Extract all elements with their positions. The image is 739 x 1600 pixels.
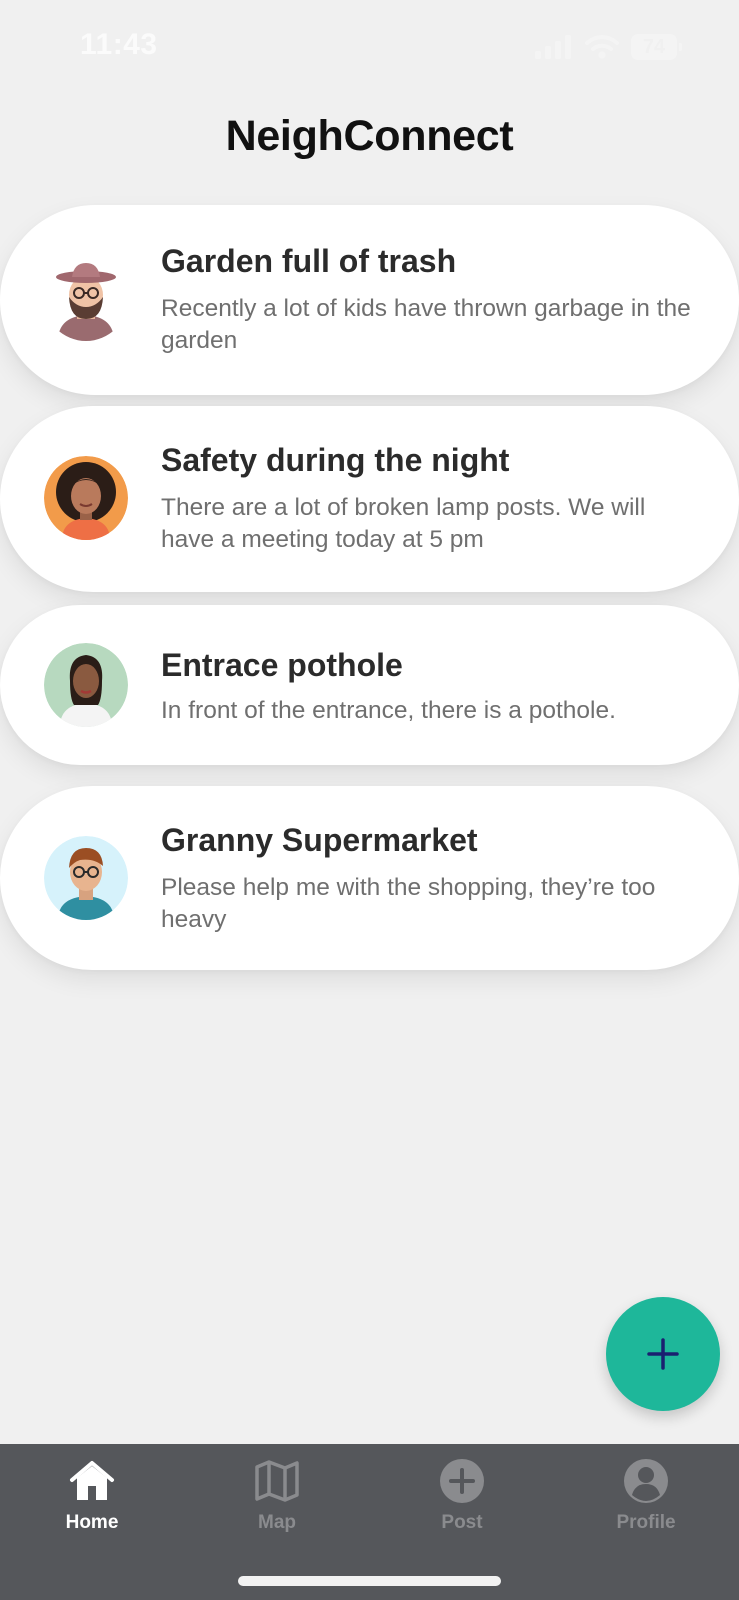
plus-circle-icon — [440, 1459, 484, 1503]
home-icon — [70, 1461, 114, 1500]
post-title: Granny Supermarket — [161, 822, 478, 858]
app-title: NeighConnect — [225, 112, 514, 160]
tab-map[interactable]: Map — [217, 1458, 337, 1558]
plus-icon — [647, 1338, 679, 1370]
avatar — [44, 257, 128, 341]
post-body: There are a lot of broken lamp posts. We… — [161, 494, 646, 553]
user-circle-icon — [624, 1459, 668, 1503]
tab-profile[interactable]: Profile — [586, 1458, 706, 1558]
post-card[interactable]: Safety during the night There are a lot … — [0, 406, 739, 592]
post-body: Recently a lot of kids have thrown garba… — [161, 295, 691, 354]
post-title: Entrace pothole — [161, 647, 403, 683]
tab-label: Profile — [616, 1512, 676, 1533]
status-icons: 74 — [535, 34, 682, 60]
home-indicator[interactable] — [238, 1576, 501, 1586]
status-bar: 11:43 74 — [0, 0, 739, 100]
tab-label: Home — [65, 1512, 119, 1533]
tab-label: Map — [258, 1512, 296, 1533]
tab-home[interactable]: Home — [32, 1458, 152, 1558]
post-title: Garden full of trash — [161, 243, 457, 279]
post-title: Safety during the night — [161, 442, 510, 478]
avatar — [44, 643, 128, 727]
status-time: 11:43 — [80, 28, 158, 61]
battery-icon: 74 — [631, 34, 682, 60]
avatar — [44, 836, 128, 920]
wifi-icon — [585, 35, 619, 59]
post-card[interactable]: Garden full of trash Recently a lot of k… — [0, 205, 739, 395]
post-body: Please help me with the shopping, they’r… — [161, 874, 656, 933]
battery-level: 74 — [642, 35, 666, 58]
post-body: In front of the entrance, there is a pot… — [161, 697, 616, 724]
map-icon — [255, 1460, 299, 1502]
cellular-signal-icon — [535, 35, 571, 59]
tab-label: Post — [441, 1512, 483, 1533]
avatar — [44, 456, 128, 540]
tab-post[interactable]: Post — [402, 1458, 522, 1558]
add-post-button[interactable] — [606, 1297, 720, 1411]
post-card[interactable]: Entrace pothole In front of the entrance… — [0, 605, 739, 765]
post-card[interactable]: Granny Supermarket Please help me with t… — [0, 786, 739, 970]
